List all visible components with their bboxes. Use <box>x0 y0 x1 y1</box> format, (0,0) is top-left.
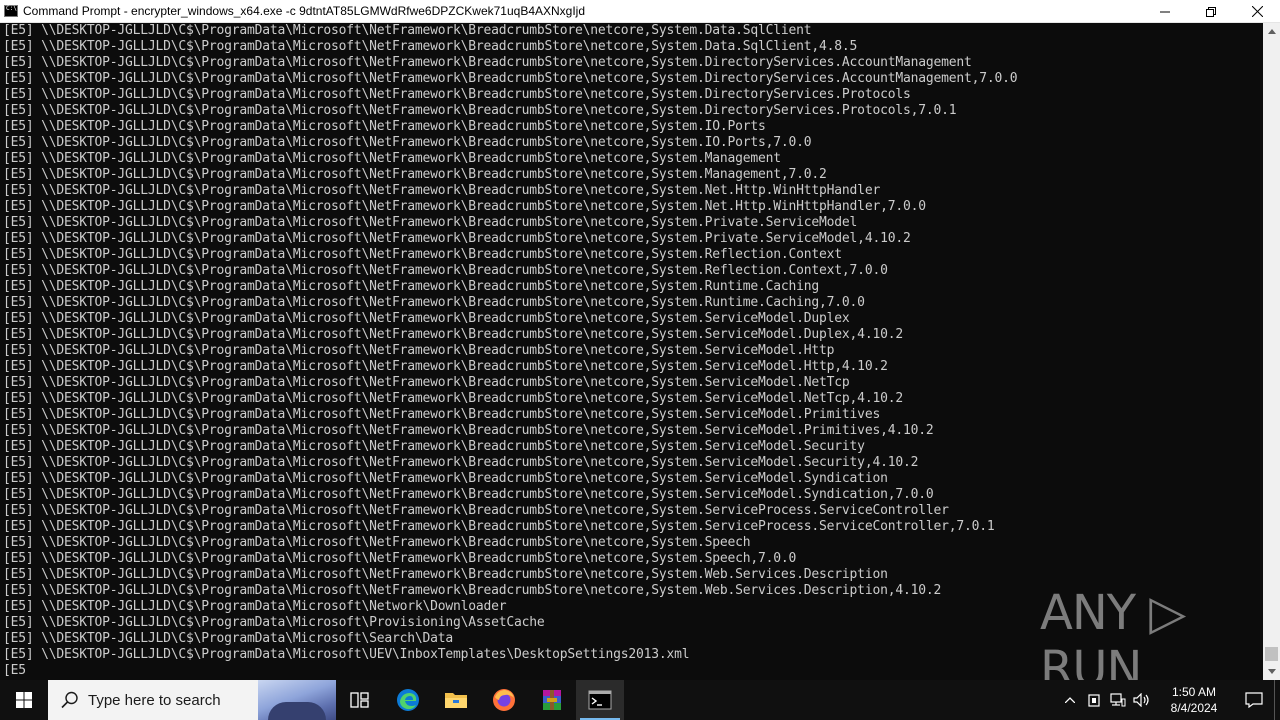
cmd-app-icon <box>4 5 18 17</box>
console-line: [E5] \\DESKTOP-JGLLJLD\C$\ProgramData\Mi… <box>3 455 919 470</box>
console-lines: [E5] \\DESKTOP-JGLLJLD\C$\ProgramData\Mi… <box>3 23 1261 679</box>
console-line: [E5] \\DESKTOP-JGLLJLD\C$\ProgramData\Mi… <box>3 359 888 374</box>
console-line: [E5] \\DESKTOP-JGLLJLD\C$\ProgramData\Mi… <box>3 199 926 214</box>
console-line: [E5] \\DESKTOP-JGLLJLD\C$\ProgramData\Mi… <box>3 551 797 566</box>
console-line: [E5] \\DESKTOP-JGLLJLD\C$\ProgramData\Mi… <box>3 55 972 70</box>
console-line: [E5] \\DESKTOP-JGLLJLD\C$\ProgramData\Mi… <box>3 407 881 422</box>
edge-icon <box>397 689 419 711</box>
console-line: [E5] \\DESKTOP-JGLLJLD\C$\ProgramData\Mi… <box>3 151 781 166</box>
restore-icon <box>1206 6 1216 17</box>
taskbar-search-box[interactable]: Type here to search <box>48 680 336 720</box>
search-icon <box>61 691 78 709</box>
console-line: [E5] \\DESKTOP-JGLLJLD\C$\ProgramData\Mi… <box>3 311 850 326</box>
start-button[interactable] <box>0 680 48 720</box>
console-line: [E5] \\DESKTOP-JGLLJLD\C$\ProgramData\Mi… <box>3 263 888 278</box>
close-icon <box>1251 6 1263 17</box>
edge-button[interactable] <box>384 680 432 720</box>
console-line: [E5] \\DESKTOP-JGLLJLD\C$\ProgramData\Mi… <box>3 231 911 246</box>
console-line: [E5] \\DESKTOP-JGLLJLD\C$\ProgramData\Mi… <box>3 599 507 614</box>
search-highlight-image <box>258 680 336 720</box>
title-bar[interactable]: Command Prompt - encrypter_windows_x64.e… <box>0 0 1280 23</box>
show-hidden-icons-button[interactable] <box>1058 680 1082 720</box>
volume-icon <box>1133 693 1149 707</box>
security-tray-button[interactable] <box>1082 680 1106 720</box>
console-line: [E5] \\DESKTOP-JGLLJLD\C$\ProgramData\Mi… <box>3 567 888 582</box>
scroll-up-button[interactable] <box>1263 23 1280 40</box>
console-line: [E5] \\DESKTOP-JGLLJLD\C$\ProgramData\Mi… <box>3 647 690 662</box>
firefox-button[interactable] <box>480 680 528 720</box>
chevron-down-icon <box>1267 669 1276 674</box>
taskbar: Type here to search 1:50 AM 8/4/2024 <box>0 680 1280 720</box>
network-tray-button[interactable] <box>1106 680 1130 720</box>
console-line: [E5] \\DESKTOP-JGLLJLD\C$\ProgramData\Mi… <box>3 135 812 150</box>
system-tray: 1:50 AM 8/4/2024 <box>1058 680 1280 720</box>
minimize-icon <box>1160 11 1170 12</box>
console-line: [E5] \\DESKTOP-JGLLJLD\C$\ProgramData\Mi… <box>3 487 934 502</box>
console-output[interactable]: [E5] \\DESKTOP-JGLLJLD\C$\ProgramData\Mi… <box>0 23 1263 680</box>
chevron-up-icon <box>1267 29 1276 34</box>
console-line: [E5] \\DESKTOP-JGLLJLD\C$\ProgramData\Mi… <box>3 295 865 310</box>
window-controls <box>1142 0 1280 23</box>
windows-logo-icon <box>16 692 32 708</box>
command-prompt-button[interactable] <box>576 680 624 720</box>
clock-time: 1:50 AM <box>1171 685 1217 699</box>
show-desktop-button[interactable] <box>1274 680 1280 720</box>
close-button[interactable] <box>1234 0 1280 23</box>
restore-button[interactable] <box>1188 0 1234 23</box>
task-view-icon <box>350 692 369 708</box>
console-line: [E5] \\DESKTOP-JGLLJLD\C$\ProgramData\Mi… <box>3 423 934 438</box>
clock-date: 8/4/2024 <box>1170 701 1218 715</box>
console-line: [E5] \\DESKTOP-JGLLJLD\C$\ProgramData\Mi… <box>3 615 545 630</box>
taskbar-clock[interactable]: 1:50 AM 8/4/2024 <box>1154 684 1234 716</box>
winrar-button[interactable] <box>528 680 576 720</box>
console-line: [E5] \\DESKTOP-JGLLJLD\C$\ProgramData\Mi… <box>3 471 888 486</box>
console-line: [E5] \\DESKTOP-JGLLJLD\C$\ProgramData\Mi… <box>3 87 911 102</box>
notification-icon <box>1245 692 1263 708</box>
volume-tray-button[interactable] <box>1130 680 1154 720</box>
window-title: Command Prompt - encrypter_windows_x64.e… <box>23 4 586 18</box>
console-line: [E5] \\DESKTOP-JGLLJLD\C$\ProgramData\Mi… <box>3 247 842 262</box>
firefox-icon <box>493 689 515 711</box>
console-line: [E5] \\DESKTOP-JGLLJLD\C$\ProgramData\Mi… <box>3 519 995 534</box>
notification-center-button[interactable] <box>1234 680 1274 720</box>
network-icon <box>1110 693 1126 707</box>
scroll-thumb[interactable] <box>1265 647 1278 661</box>
vertical-scrollbar[interactable] <box>1263 23 1280 680</box>
console-line: [E5] \\DESKTOP-JGLLJLD\C$\ProgramData\Mi… <box>3 183 881 198</box>
task-view-button[interactable] <box>336 680 384 720</box>
console-line: [E5] \\DESKTOP-JGLLJLD\C$\ProgramData\Mi… <box>3 119 766 134</box>
console-line: [E5] \\DESKTOP-JGLLJLD\C$\ProgramData\Mi… <box>3 343 835 358</box>
minimize-button[interactable] <box>1142 0 1188 23</box>
scroll-down-button[interactable] <box>1263 663 1280 680</box>
console-line: [E5] \\DESKTOP-JGLLJLD\C$\ProgramData\Mi… <box>3 439 865 454</box>
console-line: [E5] \\DESKTOP-JGLLJLD\C$\ProgramData\Mi… <box>3 39 858 54</box>
shield-icon <box>1088 693 1100 707</box>
console-line: [E5] \\DESKTOP-JGLLJLD\C$\ProgramData\Mi… <box>3 167 827 182</box>
console-line: [E5] \\DESKTOP-JGLLJLD\C$\ProgramData\Mi… <box>3 279 820 294</box>
console-line: [E5] \\DESKTOP-JGLLJLD\C$\ProgramData\Mi… <box>3 375 850 390</box>
console-line: [E5] \\DESKTOP-JGLLJLD\C$\ProgramData\Mi… <box>3 327 903 342</box>
console-line: [E5] \\DESKTOP-JGLLJLD\C$\ProgramData\Mi… <box>3 503 949 518</box>
console-line: [E5] \\DESKTOP-JGLLJLD\C$\ProgramData\Mi… <box>3 583 942 598</box>
console-line: [E5] \\DESKTOP-JGLLJLD\C$\ProgramData\Mi… <box>3 215 858 230</box>
file-explorer-button[interactable] <box>432 680 480 720</box>
console-line: [E5] \\DESKTOP-JGLLJLD\C$\ProgramData\Mi… <box>3 631 453 646</box>
command-prompt-icon <box>588 690 612 710</box>
search-placeholder: Type here to search <box>88 691 221 709</box>
console-line: [E5] \\DESKTOP-JGLLJLD\C$\ProgramData\Mi… <box>3 23 812 38</box>
console-line: [E5] \\DESKTOP-JGLLJLD\C$\ProgramData\Mi… <box>3 71 1018 86</box>
console-line: [E5 <box>3 663 26 678</box>
chevron-up-icon <box>1065 697 1075 703</box>
file-explorer-icon <box>445 693 467 708</box>
winrar-icon <box>543 690 561 710</box>
console-line: [E5] \\DESKTOP-JGLLJLD\C$\ProgramData\Mi… <box>3 535 751 550</box>
console-line: [E5] \\DESKTOP-JGLLJLD\C$\ProgramData\Mi… <box>3 391 903 406</box>
console-line: [E5] \\DESKTOP-JGLLJLD\C$\ProgramData\Mi… <box>3 103 957 118</box>
